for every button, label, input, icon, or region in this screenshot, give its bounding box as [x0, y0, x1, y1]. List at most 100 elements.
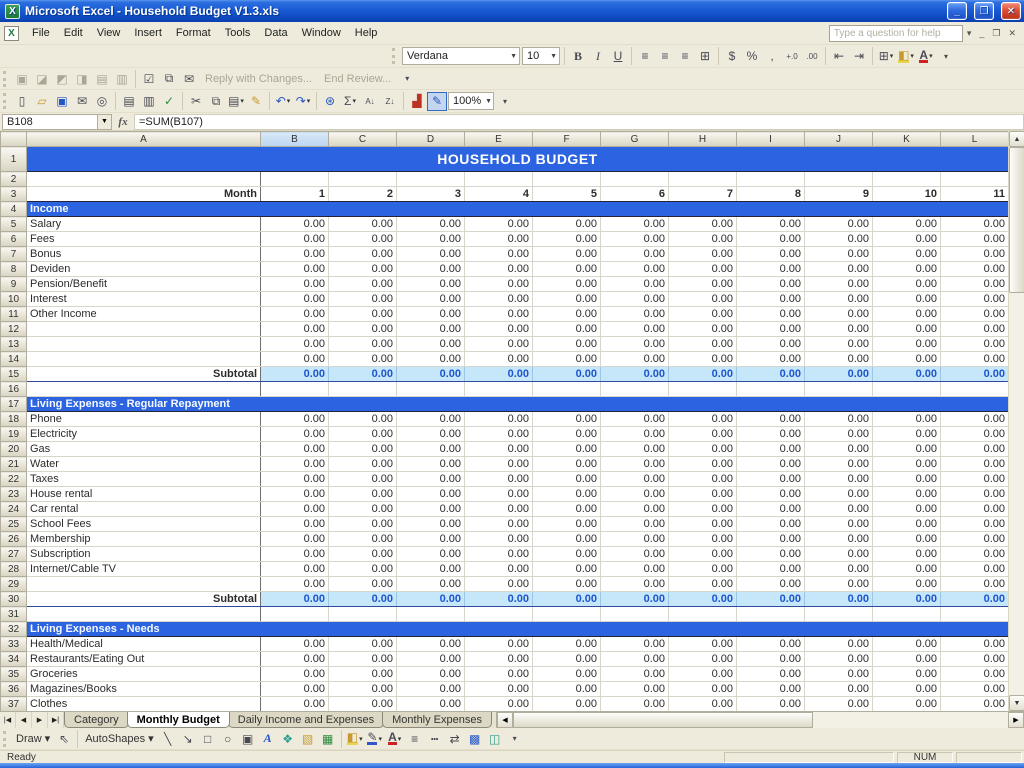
cell-L12[interactable]: 0.00: [941, 322, 1009, 337]
column-header-B[interactable]: B: [261, 132, 329, 147]
tab-scroll-prev-icon[interactable]: ◀: [16, 712, 32, 728]
cell-F14[interactable]: 0.00: [533, 352, 601, 367]
cell-I16[interactable]: [737, 382, 805, 397]
cell-H21[interactable]: 0.00: [669, 457, 737, 472]
cell-E36[interactable]: 0.00: [465, 682, 533, 697]
cell-L23[interactable]: 0.00: [941, 487, 1009, 502]
threed-style-button[interactable]: ◫: [485, 729, 505, 748]
cell-G30[interactable]: 0.00: [601, 592, 669, 607]
cell-B5[interactable]: 0.00: [261, 217, 329, 232]
paste-icon[interactable]: ▤▾: [226, 92, 246, 111]
cell-C31[interactable]: [329, 607, 397, 622]
cell-E24[interactable]: 0.00: [465, 502, 533, 517]
cell-B12[interactable]: 0.00: [261, 322, 329, 337]
row-header-13[interactable]: 13: [1, 337, 27, 352]
cell-E2[interactable]: [465, 172, 533, 187]
cell-G18[interactable]: 0.00: [601, 412, 669, 427]
wordart-icon[interactable]: A: [258, 729, 278, 748]
row-header-3[interactable]: 3: [1, 187, 27, 202]
cell-E10[interactable]: 0.00: [465, 292, 533, 307]
cell-I30[interactable]: 0.00: [737, 592, 805, 607]
cell-C9[interactable]: 0.00: [329, 277, 397, 292]
cell-A30[interactable]: Subtotal: [27, 592, 261, 607]
insert-function-icon[interactable]: fx: [112, 116, 134, 128]
cell-B16[interactable]: [261, 382, 329, 397]
row-header-23[interactable]: 23: [1, 487, 27, 502]
close-button[interactable]: ✕: [1001, 2, 1021, 20]
font-color-button[interactable]: A▾: [385, 729, 405, 748]
cell-B13[interactable]: 0.00: [261, 337, 329, 352]
cell-B25[interactable]: 0.00: [261, 517, 329, 532]
cell-K21[interactable]: 0.00: [873, 457, 941, 472]
cell-L24[interactable]: 0.00: [941, 502, 1009, 517]
cell-H31[interactable]: [669, 607, 737, 622]
column-header-L[interactable]: L: [941, 132, 1009, 147]
cell-C20[interactable]: 0.00: [329, 442, 397, 457]
cell-J30[interactable]: 0.00: [805, 592, 873, 607]
clip-art-icon[interactable]: ▧: [298, 729, 318, 748]
menu-tools[interactable]: Tools: [218, 24, 258, 42]
cell-K37[interactable]: 0.00: [873, 697, 941, 712]
cell-C25[interactable]: 0.00: [329, 517, 397, 532]
cell-K35[interactable]: 0.00: [873, 667, 941, 682]
cell-D12[interactable]: 0.00: [397, 322, 465, 337]
cell-F24[interactable]: 0.00: [533, 502, 601, 517]
doc-restore-button[interactable]: ❐: [988, 28, 1004, 39]
cell-D33[interactable]: 0.00: [397, 637, 465, 652]
cell-K25[interactable]: 0.00: [873, 517, 941, 532]
cell-G27[interactable]: 0.00: [601, 547, 669, 562]
cell-I5[interactable]: 0.00: [737, 217, 805, 232]
cell-F30[interactable]: 0.00: [533, 592, 601, 607]
cell-D21[interactable]: 0.00: [397, 457, 465, 472]
row-header-19[interactable]: 19: [1, 427, 27, 442]
reply-with-changes-button[interactable]: Reply with Changes...: [199, 69, 318, 88]
formula-input[interactable]: =SUM(B107): [134, 114, 1024, 130]
cell-E37[interactable]: 0.00: [465, 697, 533, 712]
cell-D26[interactable]: 0.00: [397, 532, 465, 547]
cell-G26[interactable]: 0.00: [601, 532, 669, 547]
cell-A15[interactable]: Subtotal: [27, 367, 261, 382]
select-all-corner[interactable]: [1, 132, 27, 147]
chart-wizard-icon[interactable]: ▟: [407, 92, 427, 111]
cell-E8[interactable]: 0.00: [465, 262, 533, 277]
tab-scroll-last-icon[interactable]: ▶|: [48, 712, 64, 728]
cell-I33[interactable]: 0.00: [737, 637, 805, 652]
end-review-button[interactable]: End Review...: [318, 69, 397, 88]
menu-file[interactable]: File: [25, 24, 57, 42]
cell-H15[interactable]: 0.00: [669, 367, 737, 382]
toolbar-options-button[interactable]: ▾: [936, 47, 956, 66]
cell-A12[interactable]: [27, 322, 261, 337]
minimize-button[interactable]: _: [947, 2, 967, 20]
menu-insert[interactable]: Insert: [127, 24, 169, 42]
decrease-decimal-button[interactable]: .00: [802, 47, 822, 66]
row-header-26[interactable]: 26: [1, 532, 27, 547]
cell-D25[interactable]: 0.00: [397, 517, 465, 532]
cell-G24[interactable]: 0.00: [601, 502, 669, 517]
format-painter-icon[interactable]: ✎: [246, 92, 266, 111]
cell-K29[interactable]: 0.00: [873, 577, 941, 592]
align-center-button[interactable]: ≡: [655, 47, 675, 66]
cell-K36[interactable]: 0.00: [873, 682, 941, 697]
cell-H11[interactable]: 0.00: [669, 307, 737, 322]
cell-J7[interactable]: 0.00: [805, 247, 873, 262]
row-header-17[interactable]: 17: [1, 397, 27, 412]
doc-minimize-button[interactable]: _: [975, 28, 988, 38]
open-icon[interactable]: ▱: [32, 92, 52, 111]
cell-J27[interactable]: 0.00: [805, 547, 873, 562]
cell-A6[interactable]: Fees: [27, 232, 261, 247]
cell-C18[interactable]: 0.00: [329, 412, 397, 427]
banner-cell[interactable]: HOUSEHOLD BUDGET: [27, 147, 1009, 172]
cell-A19[interactable]: Electricity: [27, 427, 261, 442]
cell-D2[interactable]: [397, 172, 465, 187]
cell-D3[interactable]: 3: [397, 187, 465, 202]
borders-button[interactable]: ⊞▾: [876, 47, 896, 66]
cell-G31[interactable]: [601, 607, 669, 622]
cell-B24[interactable]: 0.00: [261, 502, 329, 517]
row-header-28[interactable]: 28: [1, 562, 27, 577]
cell-D10[interactable]: 0.00: [397, 292, 465, 307]
scroll-right-icon[interactable]: ▶: [1008, 712, 1024, 728]
update-file-icon[interactable]: ☑: [139, 69, 159, 88]
cell-K9[interactable]: 0.00: [873, 277, 941, 292]
cell-L26[interactable]: 0.00: [941, 532, 1009, 547]
edit-comment-icon[interactable]: ▣: [12, 69, 32, 88]
